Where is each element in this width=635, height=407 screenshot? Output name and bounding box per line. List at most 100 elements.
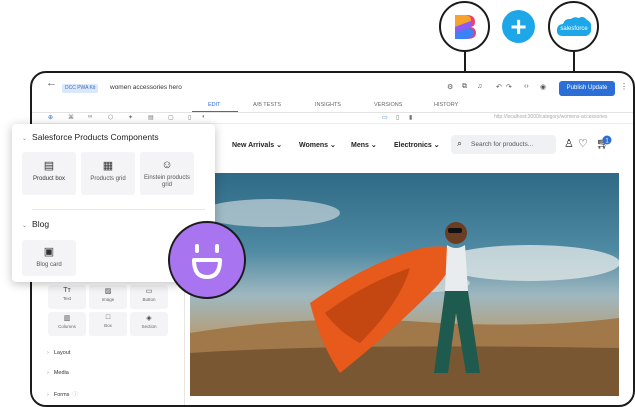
publish-update-button[interactable]: Publish Update xyxy=(559,81,615,96)
component-columns[interactable]: ▥ Columns xyxy=(48,312,86,336)
salesforce-logo: salesforce xyxy=(548,1,599,52)
tab-history[interactable]: HISTORY xyxy=(434,102,458,108)
component-label: Button xyxy=(142,297,156,302)
cube-icon[interactable]: ⬡ xyxy=(108,114,113,121)
code-icon[interactable]: ‹› xyxy=(524,83,529,90)
nav-mens[interactable]: Mens ⌄ xyxy=(351,141,377,149)
chevron-down-icon: ⌄ xyxy=(433,142,440,149)
component-label: Einstein products grid xyxy=(143,175,191,188)
nav-womens[interactable]: Womens ⌄ xyxy=(299,141,336,149)
tab-edit[interactable]: EDIT xyxy=(208,102,221,108)
tablet-view-icon[interactable]: ▯ xyxy=(396,114,399,121)
account-icon[interactable]: ♙ xyxy=(564,137,574,150)
wishlist-icon[interactable]: ♡ xyxy=(578,137,588,150)
undo-icon[interactable]: ↶ xyxy=(496,83,502,91)
nav-electronics[interactable]: Electronics ⌄ xyxy=(394,141,440,149)
section-label: Media xyxy=(53,370,69,376)
chevron-right-icon: › xyxy=(47,392,49,398)
builder-logo-mark-icon xyxy=(455,15,476,39)
component-einstein-products-grid[interactable]: ☺ Einstein products grid xyxy=(140,152,194,195)
section-layout[interactable]: › Layout xyxy=(47,350,70,356)
component-section[interactable]: ◈ Section xyxy=(130,312,168,336)
section-header-salesforce[interactable]: ⌄ Salesforce Products Components xyxy=(22,132,159,142)
search-placeholder: Search for products... xyxy=(471,141,534,148)
database-icon[interactable]: ▤ xyxy=(148,114,154,121)
section-label: Forms xyxy=(53,392,70,398)
mobile-view-icon[interactable]: ▮ xyxy=(409,114,412,121)
component-box[interactable]: □ Box xyxy=(89,312,127,336)
comment-icon[interactable]: ▢ xyxy=(168,114,174,121)
einstein-icon: ☺ xyxy=(161,159,173,171)
page-title: women accessories hero xyxy=(110,84,182,91)
eye-icon[interactable]: ◉ xyxy=(540,83,546,91)
smiley-face-graphic xyxy=(192,244,222,279)
salesforce-cloud-icon: salesforce xyxy=(556,16,592,36)
component-product-box[interactable]: ▤ Product box xyxy=(22,152,76,195)
section-label: Layout xyxy=(53,350,71,356)
tab-insights[interactable]: INSIGHTS xyxy=(315,102,341,108)
columns-icon: ▥ xyxy=(63,315,71,322)
section-header-blog[interactable]: ⌄ Blog xyxy=(22,219,49,229)
component-text[interactable]: Tт Text xyxy=(48,285,86,309)
component-label: Image xyxy=(101,297,115,302)
button-icon: ▭ xyxy=(145,288,153,295)
component-label: Box xyxy=(104,323,112,328)
redo-icon[interactable]: ↷ xyxy=(506,83,512,91)
nav-new-arrivals[interactable]: New Arrivals ⌄ xyxy=(232,141,282,149)
chevron-down-icon: ⌄ xyxy=(276,142,282,149)
dark-mode-icon[interactable]: ◐ xyxy=(202,114,206,120)
editor-topbar: ← DCC PWA Kit women accessories hero ⚙ ⧉… xyxy=(32,73,633,96)
back-arrow-icon[interactable]: ← xyxy=(46,77,57,89)
chevron-down-icon: ⌄ xyxy=(22,136,28,142)
chevron-down-icon: ⌄ xyxy=(330,142,336,149)
chevron-right-icon: › xyxy=(47,350,49,356)
box-icon: □ xyxy=(105,314,111,321)
smiley-face-icon xyxy=(168,221,246,299)
component-button[interactable]: ▭ Button xyxy=(130,285,168,309)
site-badge[interactable]: DCC PWA Kit xyxy=(62,84,99,93)
marketing-composite: + salesforce ← DCC PWA Kit women accesso… xyxy=(0,0,635,407)
section-title: Salesforce Products Components xyxy=(32,132,159,142)
chevron-down-icon: ⌄ xyxy=(370,142,377,149)
storefront-nav: New Arrivals ⌄ Womens ⌄ Mens ⌄ Electroni… xyxy=(185,124,633,168)
salesforce-logo-text: salesforce xyxy=(560,26,588,32)
section-media[interactable]: › Media xyxy=(47,370,69,376)
bell-icon[interactable]: ♫ xyxy=(477,83,482,90)
plus-icon: + xyxy=(502,10,535,43)
component-label: Section xyxy=(141,324,157,329)
cart-count-badge: 1 xyxy=(602,135,612,145)
component-blog-card[interactable]: ▣ Blog card xyxy=(22,240,76,276)
editor-tabs: EDIT A/B TESTS INSIGHTS VERSIONS HISTORY xyxy=(32,100,633,112)
component-label: Product box xyxy=(32,176,66,182)
hero-image[interactable] xyxy=(190,173,619,396)
hero-photo-illustration xyxy=(190,199,619,396)
search-input[interactable]: ⌕ Search for products... xyxy=(451,135,556,154)
copy-icon[interactable]: ⧉ xyxy=(462,83,467,91)
layers-icon[interactable]: ⌘ xyxy=(68,114,74,121)
section-forms[interactable]: › Forms ⓘ xyxy=(47,390,78,398)
component-label: Columns xyxy=(58,324,76,329)
tab-versions[interactable]: VERSIONS xyxy=(374,102,402,108)
more-options-icon[interactable]: ⋮ xyxy=(620,82,628,91)
search-icon: ⌕ xyxy=(457,138,463,148)
products-grid-icon: ▦ xyxy=(102,160,114,172)
builder-logo xyxy=(439,1,490,52)
connector-line xyxy=(573,52,575,72)
component-image[interactable]: ▨ Image xyxy=(89,285,127,309)
component-products-grid[interactable]: ▦ Products grid xyxy=(81,152,135,195)
sparkle-icon[interactable]: ✦ xyxy=(128,114,133,121)
insert-icon[interactable]: ⊕ xyxy=(48,114,53,121)
bug-icon[interactable]: ⚙ xyxy=(447,83,453,91)
chevron-right-icon: › xyxy=(47,370,49,376)
desktop-view-icon[interactable]: ▭ xyxy=(382,114,388,121)
info-icon: ⓘ xyxy=(72,392,78,398)
section-title: Blog xyxy=(32,219,50,229)
component-label: Blog card xyxy=(36,262,62,268)
link-icon[interactable]: ∞ xyxy=(88,114,92,120)
product-box-icon: ▤ xyxy=(43,160,55,172)
panel-icon[interactable]: ▯ xyxy=(188,114,191,121)
chevron-down-icon: ⌄ xyxy=(22,223,28,229)
tab-ab-tests[interactable]: A/B TESTS xyxy=(253,102,281,108)
insert-toolbar: ⊕ ⌘ ∞ ⬡ ✦ ▤ ▢ ▯ ◐ ▭ ▯ ▮ http://localhost… xyxy=(32,113,633,123)
component-label: Products grid xyxy=(90,176,126,182)
